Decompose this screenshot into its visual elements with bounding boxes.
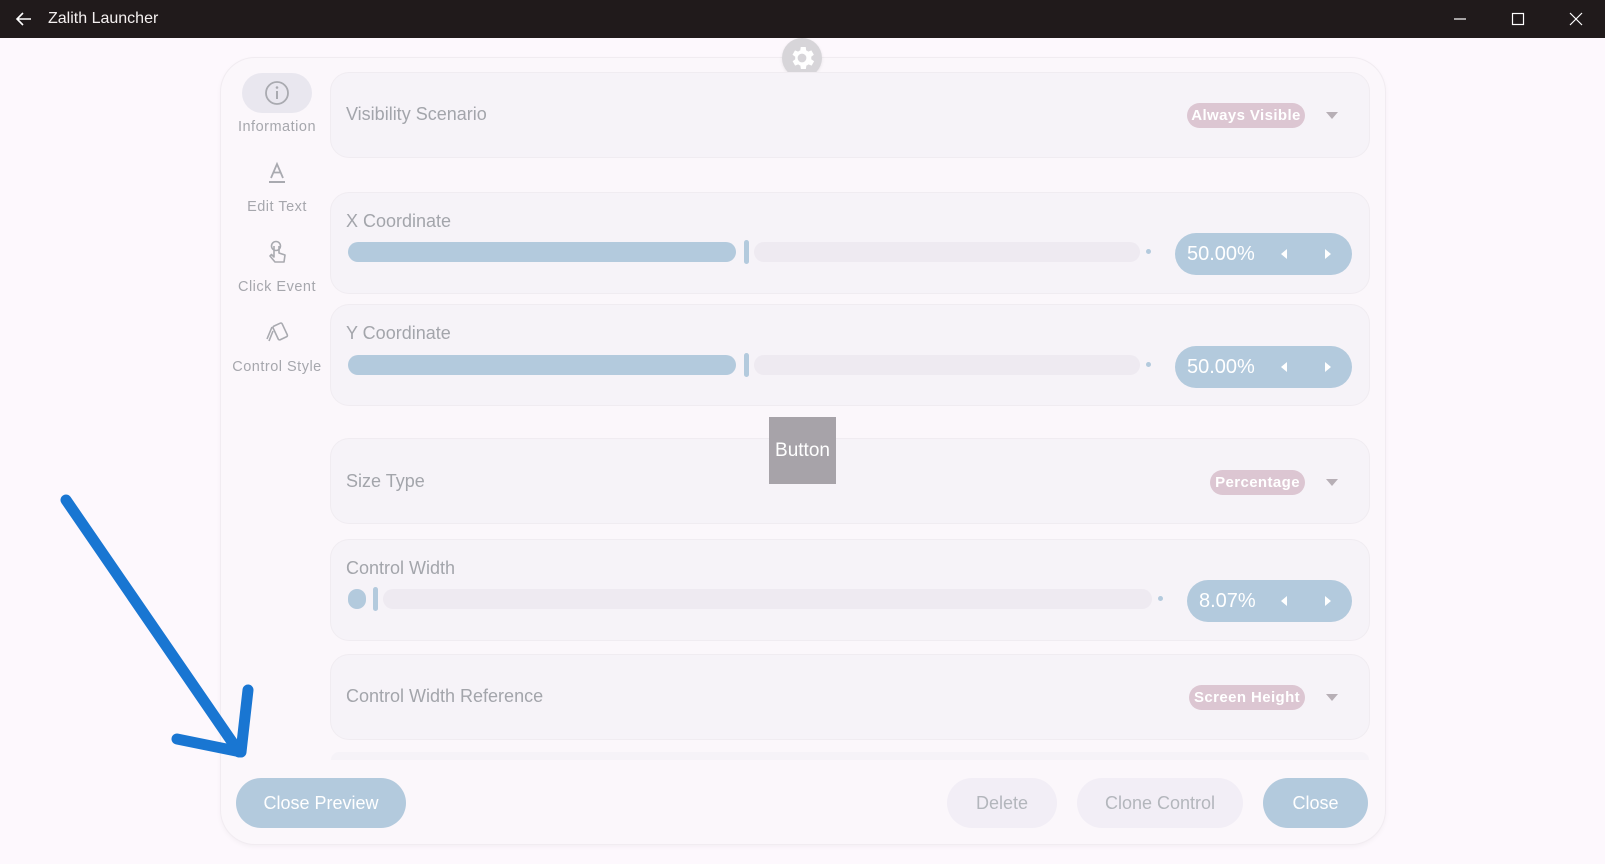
info-icon xyxy=(265,81,289,105)
clone-control-button[interactable]: Clone Control xyxy=(1077,778,1243,828)
x-value-stepper[interactable]: 50.00% xyxy=(1175,233,1352,275)
y-slider-thumb[interactable] xyxy=(744,353,749,377)
size-type-label: Size Type xyxy=(346,471,425,491)
touch-icon xyxy=(269,240,286,263)
control-width-card: Control Width 8.07% xyxy=(331,540,1369,640)
increment-x-icon[interactable] xyxy=(1325,249,1331,259)
x-slider-inactive-track[interactable] xyxy=(754,242,1140,262)
visibility-scenario-card[interactable]: Visibility Scenario Always Visible xyxy=(331,73,1369,157)
settings-gear-button[interactable] xyxy=(782,38,822,78)
sidebar-item-information[interactable]: Information xyxy=(222,73,332,135)
close-button[interactable]: Close xyxy=(1263,778,1368,828)
decrement-y-icon[interactable] xyxy=(1281,362,1287,372)
y-coordinate-label: Y Coordinate xyxy=(346,323,451,343)
increment-width-icon[interactable] xyxy=(1325,596,1331,606)
x-slider-active-track[interactable] xyxy=(348,242,736,262)
sidebar-item-label: Information xyxy=(237,119,317,135)
width-slider-thumb[interactable] xyxy=(373,587,378,611)
sidebar-item-label: Click Event xyxy=(237,279,317,295)
sidebar-item-label: Control Style xyxy=(232,359,322,375)
y-slider-active-track[interactable] xyxy=(348,355,736,375)
width-reference-card[interactable]: Control Width Reference Screen Height xyxy=(331,655,1369,739)
maximize-icon xyxy=(1511,12,1525,26)
visibility-scenario-label: Visibility Scenario xyxy=(346,104,487,124)
increment-y-icon[interactable] xyxy=(1325,362,1331,372)
size-type-card[interactable]: Size Type Percentage xyxy=(331,439,1369,523)
sidebar-item-label: Edit Text xyxy=(247,199,307,215)
width-reference-value-chip[interactable]: Screen Height xyxy=(1189,685,1305,710)
width-value-stepper[interactable]: 8.07% xyxy=(1187,580,1352,622)
control-width-label: Control Width xyxy=(346,558,456,578)
x-value-text: 50.00% xyxy=(1187,242,1255,265)
chevron-down-icon[interactable] xyxy=(1326,694,1338,701)
gear-icon xyxy=(792,47,815,69)
text-format-icon xyxy=(269,161,285,183)
window-title: Zalith Launcher xyxy=(48,10,159,27)
chevron-down-icon[interactable] xyxy=(1326,112,1338,119)
sidebar-item-edit-text[interactable]: Edit Text xyxy=(222,153,332,215)
y-slider-end-dot xyxy=(1146,362,1151,367)
chevron-down-icon[interactable] xyxy=(1326,479,1338,486)
size-type-value-chip[interactable]: Percentage xyxy=(1210,470,1305,495)
title-bar: Zalith Launcher xyxy=(0,0,1605,38)
sidebar-item-control-style[interactable]: Control Style xyxy=(222,313,332,375)
visibility-value-chip[interactable]: Always Visible xyxy=(1187,103,1305,128)
y-value-stepper[interactable]: 50.00% xyxy=(1175,346,1352,388)
decrement-width-icon[interactable] xyxy=(1281,596,1287,606)
x-coordinate-card: X Coordinate 50.00% xyxy=(331,193,1369,293)
width-slider-active-track[interactable] xyxy=(348,589,366,609)
decrement-x-icon[interactable] xyxy=(1281,249,1287,259)
minimize-icon xyxy=(1454,18,1466,20)
style-icon xyxy=(266,322,289,342)
width-slider-end-dot xyxy=(1158,596,1163,601)
close-preview-button[interactable]: Close Preview xyxy=(236,778,406,828)
back-arrow-icon xyxy=(15,12,31,26)
width-value-text: 8.07% xyxy=(1199,589,1256,612)
x-slider-thumb[interactable] xyxy=(744,240,749,264)
preview-control-button[interactable]: Button xyxy=(769,417,836,484)
width-slider-inactive-track[interactable] xyxy=(383,589,1152,609)
sidebar-item-click-event[interactable]: Click Event xyxy=(222,233,332,295)
close-window-button[interactable] xyxy=(1547,0,1605,38)
width-reference-label: Control Width Reference xyxy=(346,686,544,706)
back-button[interactable] xyxy=(0,0,48,38)
y-slider-inactive-track[interactable] xyxy=(754,355,1140,375)
y-value-text: 50.00% xyxy=(1187,355,1255,378)
maximize-button[interactable] xyxy=(1489,0,1547,38)
y-coordinate-card: Y Coordinate 50.00% xyxy=(331,305,1369,405)
x-slider-end-dot xyxy=(1146,249,1151,254)
delete-button[interactable]: Delete xyxy=(947,778,1057,828)
minimize-button[interactable] xyxy=(1431,0,1489,38)
close-icon xyxy=(1569,12,1583,26)
x-coordinate-label: X Coordinate xyxy=(346,211,452,231)
next-setting-card-partial xyxy=(331,752,1369,760)
